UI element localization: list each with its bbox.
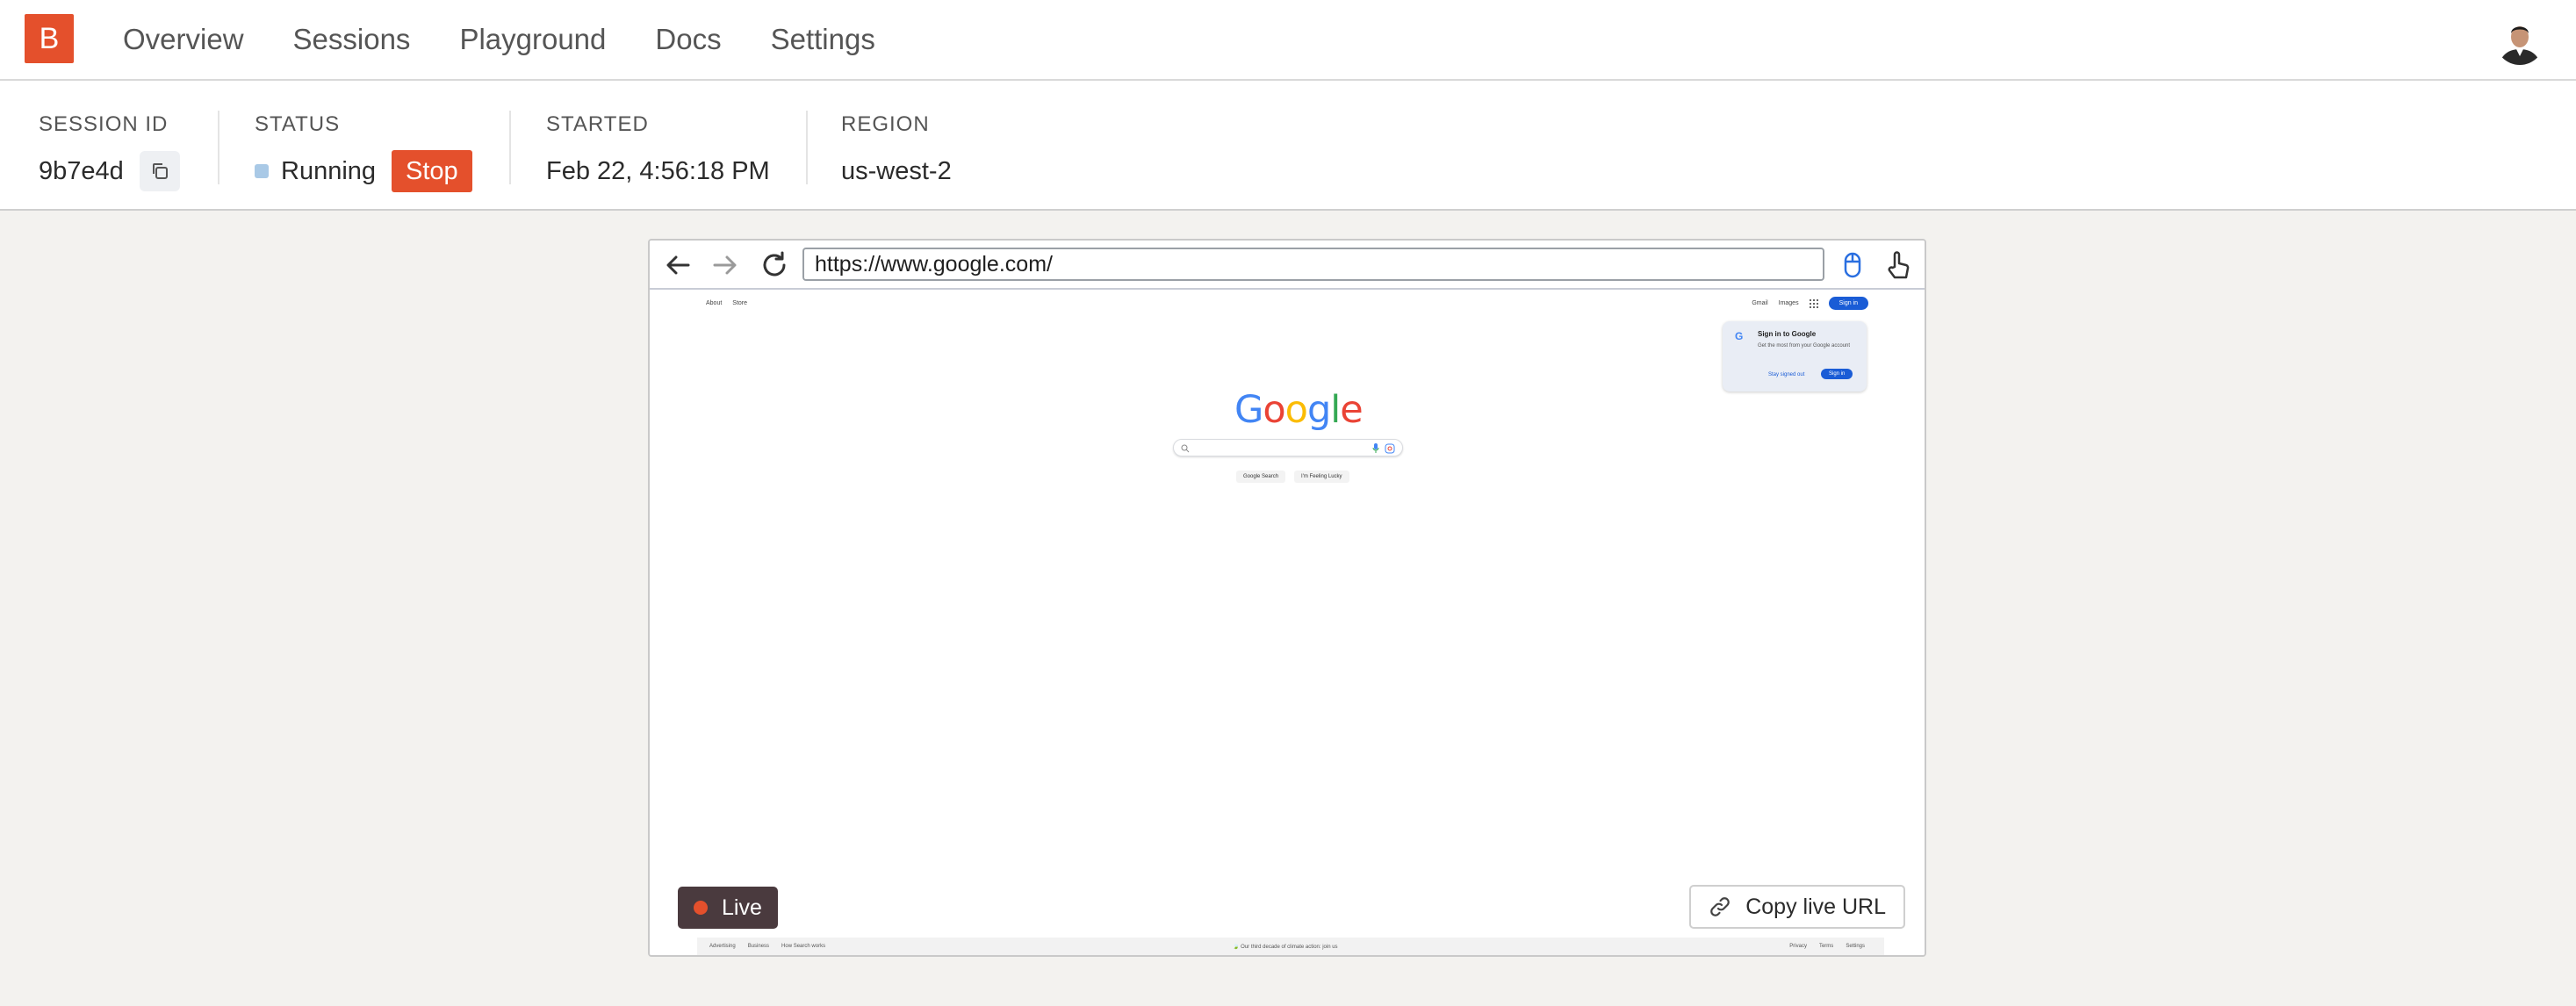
forward-arrow-icon[interactable] — [709, 249, 741, 281]
footer-privacy-link[interactable]: Privacy — [1789, 944, 1807, 949]
google-search-button[interactable]: Google Search — [1236, 471, 1286, 483]
google-gmail-link[interactable]: Gmail — [1752, 300, 1767, 306]
google-images-link[interactable]: Images — [1779, 300, 1799, 306]
status-value: Running — [281, 156, 377, 185]
search-icon — [1181, 444, 1190, 453]
footer-business-link[interactable]: Business — [748, 944, 769, 949]
nav-settings[interactable]: Settings — [771, 23, 875, 56]
status-section: STATUS Running Stop — [255, 112, 472, 192]
footer-right-links: Privacy Terms Settings — [1789, 944, 1865, 949]
started-section: STARTED Feb 22, 4:56:18 PM — [546, 112, 770, 191]
footer-how-search-works-link[interactable]: How Search works — [781, 944, 825, 949]
feeling-lucky-button[interactable]: I'm Feeling Lucky — [1294, 471, 1349, 483]
mouse-mode-icon[interactable] — [1837, 249, 1868, 281]
leaf-icon: 🍃 — [1233, 945, 1240, 950]
live-badge: Live — [678, 887, 778, 929]
back-arrow-icon[interactable] — [662, 249, 694, 281]
region-section: REGION us-west-2 — [841, 112, 952, 191]
footer-climate-link[interactable]: 🍃 Our third decade of climate action: jo… — [1233, 944, 1338, 950]
main-nav: Overview Sessions Playground Docs Settin… — [123, 0, 925, 79]
status-row: Running Stop — [255, 150, 472, 192]
footer-left-links: Advertising Business How Search works — [709, 944, 825, 949]
touch-mode-icon[interactable] — [1882, 249, 1914, 281]
live-indicator-dot — [694, 901, 708, 915]
started-value: Feb 22, 4:56:18 PM — [546, 156, 770, 185]
copy-live-url-label: Copy live URL — [1745, 894, 1886, 919]
copy-session-id-button[interactable] — [139, 151, 180, 191]
google-apps-icon[interactable] — [1809, 298, 1818, 308]
session-id-section: SESSION ID 9b7e4d — [39, 112, 180, 191]
status-label: STATUS — [255, 112, 341, 136]
status-indicator — [255, 164, 269, 178]
divider — [509, 111, 511, 184]
footer-advertising-link[interactable]: Advertising — [709, 944, 736, 949]
url-bar[interactable]: https://www.google.com/ — [802, 248, 1824, 281]
browser-toolbar: https://www.google.com/ — [650, 241, 1925, 290]
google-g-icon: G — [1735, 330, 1744, 342]
nav-playground[interactable]: Playground — [459, 23, 606, 56]
session-id-row: 9b7e4d — [39, 151, 180, 191]
browser-viewport[interactable]: About Store Gmail Images Sign in G Sign … — [650, 290, 1925, 955]
google-sign-in-popup: G Sign in to Google Get the most from yo… — [1723, 321, 1867, 392]
session-id-value: 9b7e4d — [39, 156, 124, 185]
stay-signed-out-link[interactable]: Stay signed out — [1768, 372, 1804, 377]
reload-icon[interactable] — [759, 249, 790, 281]
divider — [806, 111, 808, 184]
divider — [218, 111, 219, 184]
google-store-link[interactable]: Store — [732, 300, 747, 306]
footer-settings-link[interactable]: Settings — [1846, 944, 1865, 949]
google-lens-icon[interactable] — [1385, 443, 1395, 454]
copy-icon — [152, 163, 168, 179]
link-icon — [1710, 897, 1731, 916]
google-search-buttons: Google Search I'm Feeling Lucky — [1236, 471, 1349, 483]
top-nav: B Overview Sessions Playground Docs Sett… — [0, 0, 2576, 81]
copy-live-url-button[interactable]: Copy live URL — [1689, 885, 1905, 929]
avatar-image — [2495, 16, 2544, 65]
popup-sign-in-button[interactable]: Sign in — [1821, 369, 1853, 379]
live-label: Live — [722, 895, 762, 920]
session-id-label: SESSION ID — [39, 112, 169, 136]
popup-description: Get the most from your Google account — [1758, 343, 1851, 349]
google-top-left-links: About Store — [706, 300, 747, 306]
session-info-bar: SESSION ID 9b7e4d STATUS Running Stop ST… — [0, 81, 2576, 211]
footer-climate-text: Our third decade of climate action: join… — [1241, 945, 1338, 950]
microphone-icon[interactable] — [1372, 443, 1379, 454]
google-sign-in-button[interactable]: Sign in — [1828, 297, 1868, 310]
nav-sessions[interactable]: Sessions — [293, 23, 411, 56]
popup-title: Sign in to Google — [1758, 330, 1817, 338]
region-value: us-west-2 — [841, 156, 952, 185]
live-browser-frame: https://www.google.com/ About Store Gmai… — [648, 239, 1926, 957]
region-label: REGION — [841, 112, 930, 136]
footer-terms-link[interactable]: Terms — [1819, 944, 1833, 949]
google-footer: Advertising Business How Search works 🍃 … — [697, 938, 1884, 955]
google-about-link[interactable]: About — [706, 300, 722, 306]
google-search-input[interactable] — [1173, 439, 1403, 456]
nav-overview[interactable]: Overview — [123, 23, 244, 56]
started-label: STARTED — [546, 112, 649, 136]
stop-button[interactable]: Stop — [392, 150, 472, 192]
google-logo: Google — [1234, 388, 1364, 432]
google-top-right-links: Gmail Images Sign in — [1752, 297, 1868, 310]
avatar[interactable] — [2495, 16, 2544, 65]
app-logo[interactable]: B — [25, 14, 74, 63]
nav-docs[interactable]: Docs — [655, 23, 721, 56]
